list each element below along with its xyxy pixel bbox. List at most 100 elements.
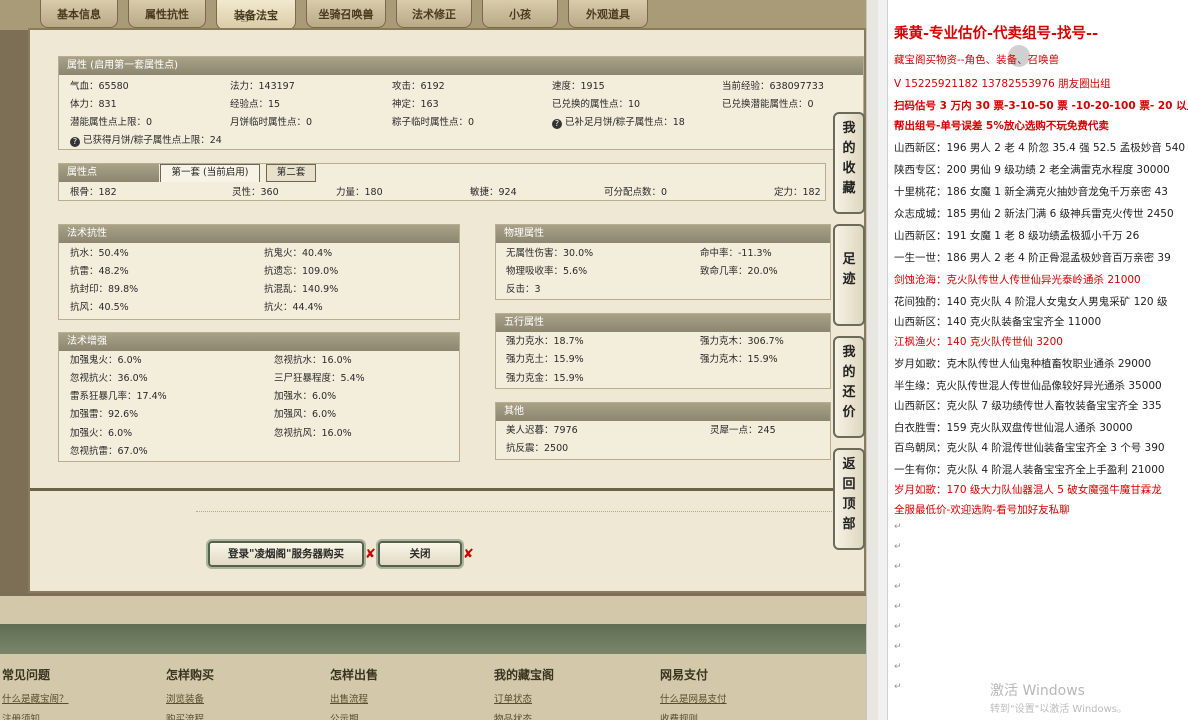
doc-line: 山西新区：140 克火队装备宝宝齐全 11000 (894, 316, 1102, 328)
points-value: 定力：182 (774, 187, 821, 198)
physical-box: 物理属性 (495, 224, 831, 300)
resist-header: 法术抗性 (59, 225, 459, 243)
footer-col-buy: 怎样购买 浏览装备 购买流程 (166, 666, 214, 720)
windows-watermark-sub: 转到"设置"以激活 Windows。 (990, 704, 1128, 715)
five-elements-value: 强力克金：15.9% (506, 373, 584, 384)
footer-link[interactable]: 出售流程 (330, 691, 378, 705)
enhance-header: 法术增强 (59, 333, 459, 351)
close-button[interactable]: 关闭 (378, 541, 462, 567)
document-pane: 乘黄-专业估价-代卖组号-找号-- 藏宝阁买物资--角色、装备、召唤兽 V 152… (878, 0, 1188, 720)
buy-server-button[interactable]: 登录"凌烟阁"服务器购买 (208, 541, 364, 567)
doc-line: 藏宝阁买物资--角色、装备、召唤兽 (894, 54, 1060, 66)
my-favorites-button[interactable]: 我的收藏 (833, 112, 865, 214)
attr-value: 速度：1915 (552, 81, 605, 92)
footer-link[interactable]: 浏览装备 (166, 691, 214, 705)
physical-value: 物理吸收率：5.6% (506, 266, 588, 277)
physical-value: 命中率：-11.3% (700, 248, 772, 259)
doc-line: 帮出组号-单号误差 5%放心选购不玩免费代卖 (894, 120, 1109, 132)
footer-link[interactable]: 注册须知 (2, 711, 69, 720)
doc-line: 白衣胜雪：159 克火队双盘传世仙混人通杀 30000 (894, 422, 1133, 434)
doc-line: 一生有你：克火队 4 阶混人装备宝宝齐全上手盈利 21000 (894, 464, 1165, 476)
attr-value: 体力：831 (70, 99, 117, 110)
doc-line: V 15225921182 13782553976 朋友圈出组 (894, 78, 1111, 90)
footer-link[interactable]: 什么是网易支付 (660, 691, 727, 705)
points-value: 力量：180 (336, 187, 383, 198)
enhance-value: 加强风：6.0% (274, 409, 337, 420)
doc-line: 半生缘：克火队传世混人传世仙品像较好异光通杀 35000 (894, 380, 1162, 392)
enhance-value: 加强火：6.0% (70, 428, 133, 439)
game-panel: 基本信息 属性抗性 装备法宝 坐骑召唤兽 法术修正 小孩 外观道具 ☝ 属性 (… (0, 0, 878, 720)
doc-line: 岁月如歌：克木队传世人仙鬼种植畜牧职业通杀 29000 (894, 358, 1152, 370)
close-x-icon: ✘ (463, 547, 474, 562)
my-bargain-button[interactable]: 我的还价 (833, 336, 865, 438)
five-elements-value: 强力克土：15.9% (506, 354, 584, 365)
enhance-value: 忽视抗风：16.0% (274, 428, 352, 439)
footer-heading: 怎样购买 (166, 668, 215, 682)
footer-link[interactable]: 物品状态 (494, 711, 554, 720)
physical-value: 致命几率：20.0% (700, 266, 778, 277)
doc-line: 山西新区：196 男人 2 老 4 阶忽 35.4 强 52.5 孟极妙音 54… (894, 142, 1186, 154)
doc-line: 陕西专区：200 男仙 9 级功绩 2 老全满雷克水程度 30000 (894, 164, 1170, 176)
paragraph-mark-icon: ↵ (894, 522, 902, 532)
footer-link[interactable]: 订单状态 (494, 691, 554, 705)
doc-line: 花间独酌：140 克火队 4 阶混人女鬼女人男鬼采矿 120 级 (894, 296, 1168, 308)
footer-heading: 我的藏宝阁 (494, 668, 555, 682)
divider (196, 511, 862, 512)
attr-value: 攻击：6192 (392, 81, 445, 92)
footer-heading: 怎样出售 (330, 668, 379, 682)
scrollbar[interactable] (866, 0, 878, 720)
doc-line: 全服最低价-欢迎选购-看号加好友私聊 (894, 504, 1070, 516)
other-value: 美人迟暮：7976 (506, 425, 578, 436)
physical-header: 物理属性 (496, 225, 830, 243)
enhance-value: 加强鬼火：6.0% (70, 355, 142, 366)
attr-value: 气血：65580 (70, 81, 129, 92)
paragraph-mark-icon: ↵ (894, 542, 902, 552)
paragraph-mark-icon: ↵ (894, 682, 902, 692)
side-button-label: 我的收藏 (842, 121, 856, 196)
resist-value: 抗鬼火：40.4% (264, 248, 333, 259)
enhance-value: 忽视抗水：16.0% (274, 355, 352, 366)
other-value: 抗反震：2500 (506, 443, 569, 454)
tab-children[interactable]: 小孩 (482, 0, 558, 28)
five-elements-value: 强力克木：306.7% (700, 336, 784, 347)
tab-equipment[interactable]: 装备法宝 (216, 0, 296, 30)
footer-link[interactable]: 购买流程 (166, 711, 214, 720)
resist-value: 抗水：50.4% (70, 248, 129, 259)
paragraph-mark-icon: ↵ (894, 622, 902, 632)
doc-line: 岁月如歌：170 级大力队仙器混人 5 破女魔强牛魔甘霖龙 (894, 484, 1162, 496)
tab-appearance[interactable]: 外观道具 (568, 0, 648, 28)
back-to-top-button[interactable]: 返回顶部 (833, 448, 865, 550)
paragraph-mark-icon: ↵ (894, 642, 902, 652)
doc-line: 众志成城：185 男仙 2 新法门满 6 级神兵雷克火传世 2450 (894, 208, 1174, 220)
attr-value: 神定：163 (392, 99, 439, 110)
enhance-value: 忽视抗雷：67.0% (70, 446, 148, 457)
five-elements-value: 强力克水：18.7% (506, 336, 584, 347)
help-icon[interactable]: ? (552, 119, 562, 129)
paragraph-mark-icon: ↵ (894, 662, 902, 672)
other-value: 灵犀一点：245 (710, 425, 776, 436)
resist-value: 抗火：44.4% (264, 302, 323, 313)
help-icon[interactable]: ? (70, 137, 80, 147)
attr-value: 经验点：15 (230, 99, 281, 110)
footer-heading: 常见问题 (2, 668, 51, 682)
footer-band (0, 624, 878, 654)
footer-col-my: 我的藏宝阁 订单状态 物品状态 (494, 666, 554, 720)
footer-link[interactable]: 什么是藏宝阁？ (2, 691, 69, 705)
resist-value: 抗遗忘：109.0% (264, 266, 339, 277)
enhance-value: 忽视抗火：36.0% (70, 373, 148, 384)
footer-link[interactable]: 收费规则 (660, 711, 727, 720)
tab-point-set-1[interactable]: 第一套 (当前启用) (160, 164, 260, 182)
tab-basic-info[interactable]: 基本信息 (40, 0, 118, 28)
doc-line: 一生一世：186 男人 2 老 4 阶正骨混孟极妙音百万亲密 39 (894, 252, 1171, 264)
physical-value: 无属性伤害：30.0% (506, 248, 594, 259)
tab-point-set-2[interactable]: 第二套 (266, 164, 316, 182)
tab-attributes[interactable]: 属性抗性 (128, 0, 206, 28)
footer-link[interactable]: 公示期 (330, 711, 378, 720)
paragraph-mark-icon: ↵ (894, 602, 902, 612)
attr-value: 粽子临时属性点：0 (392, 117, 475, 128)
tab-spell-correction[interactable]: 法术修正 (396, 0, 472, 28)
attr-value: 已补足月饼/粽子属性点：18 (565, 117, 685, 128)
tab-mounts-summons[interactable]: 坐骑召唤兽 (306, 0, 386, 28)
enhance-value: 加强雷：92.6% (70, 409, 139, 420)
footprints-button[interactable]: 足迹 (833, 224, 865, 326)
